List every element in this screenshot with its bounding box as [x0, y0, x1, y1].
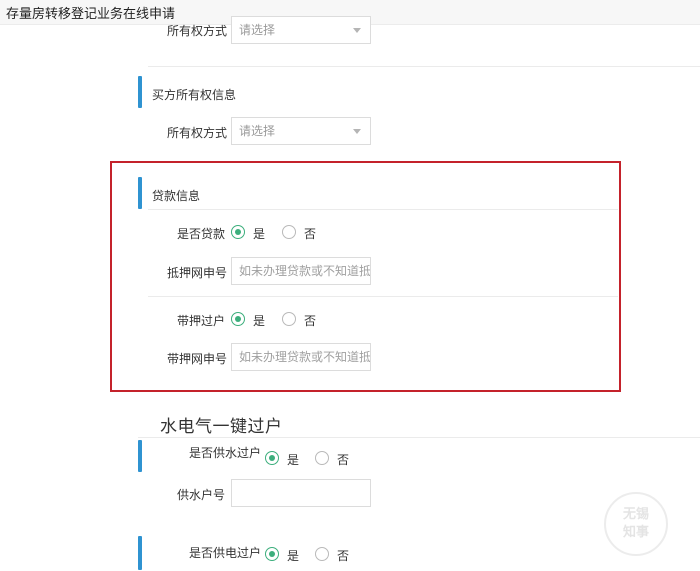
seller-ownership-label: 所有权方式 [167, 24, 228, 38]
watermark-line1: 无锡 [622, 507, 649, 522]
water-transfer-label: 是否供水过户 [189, 446, 262, 460]
power-transfer-label: 是否供电过户 [189, 546, 262, 560]
has-loan-label: 是否贷款 [177, 227, 226, 241]
section-accent-bar [138, 440, 142, 472]
utility-section-title: 水电气一键过户 [160, 417, 283, 437]
buyer-ownership-label: 所有权方式 [167, 126, 228, 140]
power-no-radio[interactable] [315, 547, 329, 561]
transfer-no-label: 否 [304, 314, 317, 328]
divider [138, 437, 700, 438]
seller-ownership-select[interactable]: 请选择 [231, 16, 371, 44]
water-account-input[interactable] [231, 479, 371, 507]
chevron-down-icon [353, 129, 361, 134]
section-accent-bar [138, 76, 142, 108]
has-loan-yes-label: 是 [253, 227, 266, 241]
watermark-line2: 知事 [622, 525, 649, 540]
has-loan-yes-radio[interactable] [231, 225, 245, 239]
transfer-yes-label: 是 [253, 314, 266, 328]
seller-ownership-value: 请选择 [239, 23, 276, 37]
divider [148, 209, 618, 210]
power-yes-label: 是 [287, 549, 300, 563]
mortgage-no-placeholder: 如未办理贷款或不知道抵押网 [239, 264, 371, 278]
chevron-down-icon [353, 28, 361, 33]
divider [148, 296, 618, 297]
water-no-label: 否 [337, 453, 350, 467]
divider [148, 66, 700, 67]
water-no-radio[interactable] [315, 451, 329, 465]
transfer-mortgage-label: 带押过户 [177, 314, 226, 328]
mortgage-no-input[interactable]: 如未办理贷款或不知道抵押网 [231, 257, 371, 285]
water-yes-label: 是 [287, 453, 300, 467]
transfer-mortgage-no-placeholder: 如未办理贷款或不知道抵押网 [239, 350, 371, 364]
loan-section-title: 贷款信息 [152, 189, 201, 203]
has-loan-no-label: 否 [304, 227, 317, 241]
watermark-logo: 无锡 知事 [604, 492, 668, 556]
transfer-yes-radio[interactable] [231, 312, 245, 326]
power-no-label: 否 [337, 549, 350, 563]
transfer-mortgage-no-label: 带押网申号 [167, 352, 228, 366]
section-accent-bar [138, 177, 142, 209]
water-account-label: 供水户号 [177, 488, 226, 502]
transfer-no-radio[interactable] [282, 312, 296, 326]
buyer-ownership-value: 请选择 [239, 124, 276, 138]
window-title: 存量房转移登记业务在线申请 [6, 7, 176, 22]
mortgage-no-label: 抵押网申号 [167, 266, 228, 280]
buyer-section-title: 买方所有权信息 [152, 88, 237, 102]
transfer-mortgage-no-input[interactable]: 如未办理贷款或不知道抵押网 [231, 343, 371, 371]
has-loan-no-radio[interactable] [282, 225, 296, 239]
section-accent-bar [138, 536, 142, 570]
buyer-ownership-select[interactable]: 请选择 [231, 117, 371, 145]
power-yes-radio[interactable] [265, 547, 279, 561]
water-yes-radio[interactable] [265, 451, 279, 465]
